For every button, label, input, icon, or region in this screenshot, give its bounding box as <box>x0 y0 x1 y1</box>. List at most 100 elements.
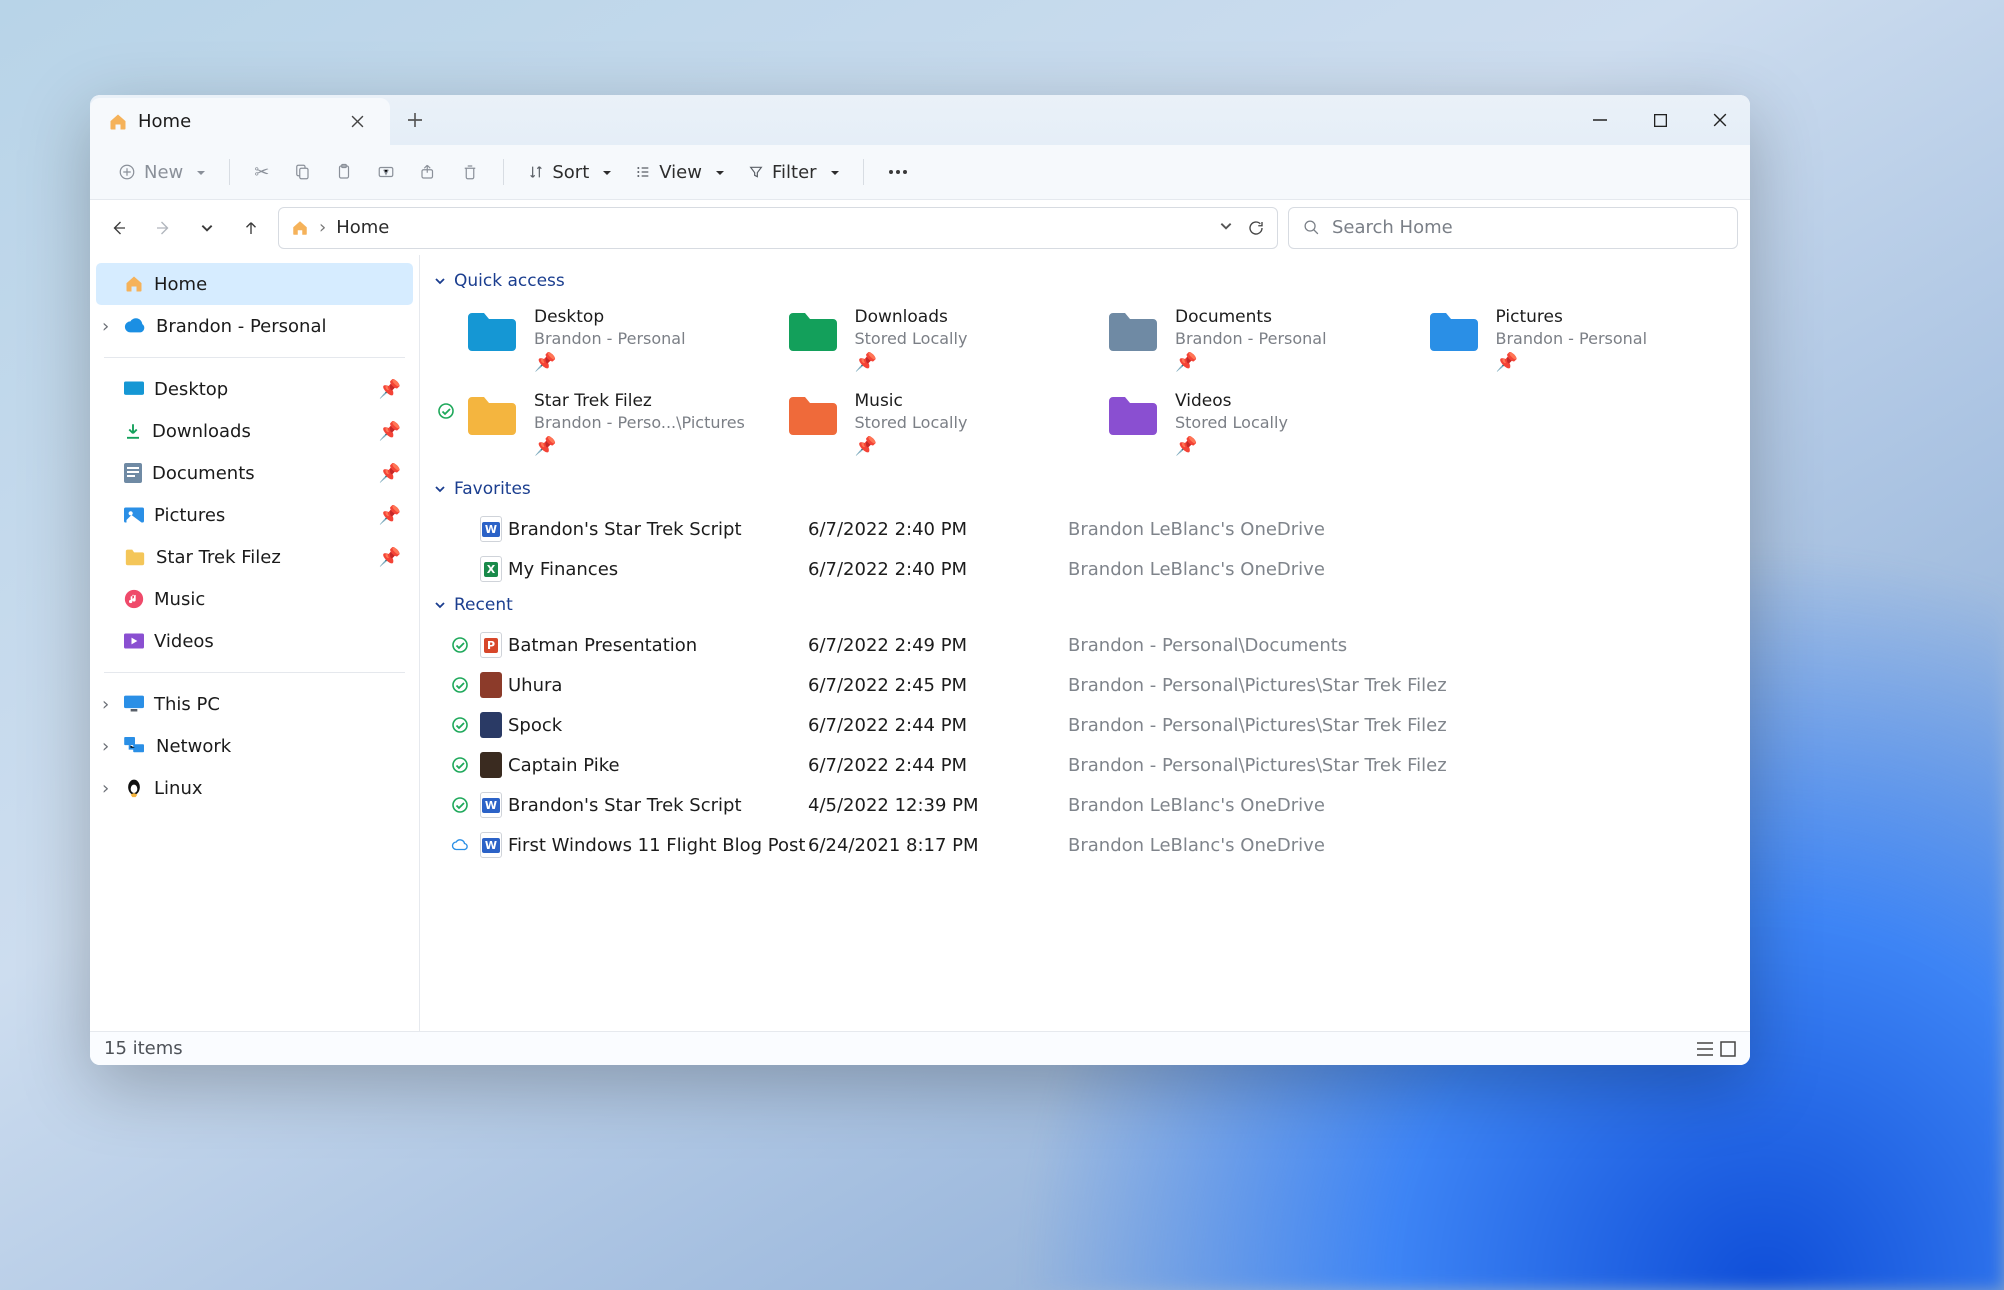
favorites-list: WBrandon's Star Trek Script6/7/2022 2:40… <box>434 509 1732 589</box>
file-name: Brandon's Star Trek Script <box>508 519 808 540</box>
folder-icon <box>1105 391 1161 439</box>
cut-button[interactable]: ✂ <box>244 153 279 191</box>
forward-button[interactable] <box>146 211 180 245</box>
sidebar-item-downloads[interactable]: Downloads 📌 <box>96 410 413 452</box>
folder-subtitle: Brandon - Perso...\Pictures <box>534 413 745 432</box>
quick-access-item[interactable]: DocumentsBrandon - Personal📌 <box>1101 301 1412 379</box>
minimize-button[interactable] <box>1570 95 1630 145</box>
expander-icon[interactable]: › <box>102 694 109 715</box>
toolbar-separator <box>503 159 504 185</box>
folder-subtitle: Brandon - Personal <box>1496 329 1648 348</box>
cloud-status-icon <box>451 838 469 852</box>
item-count: 15 items <box>104 1038 183 1059</box>
image-thumbnail-icon <box>480 672 502 698</box>
sort-button[interactable]: Sort <box>518 153 621 191</box>
section-favorites[interactable]: Favorites <box>434 479 1732 499</box>
copy-icon <box>293 163 311 181</box>
file-row[interactable]: WFirst Windows 11 Flight Blog Post6/24/2… <box>440 825 1732 865</box>
quick-access-item[interactable]: VideosStored Locally📌 <box>1101 385 1412 463</box>
file-row[interactable]: Spock6/7/2022 2:44 PMBrandon - Personal\… <box>440 705 1732 745</box>
pin-icon: 📌 <box>1175 436 1288 457</box>
sidebar-item-thispc[interactable]: › This PC <box>96 683 413 725</box>
new-button[interactable]: New <box>108 153 215 191</box>
image-thumbnail-icon <box>480 712 502 738</box>
refresh-button[interactable] <box>1247 219 1265 237</box>
linux-icon <box>124 778 144 798</box>
sidebar-item-label: Videos <box>154 631 214 652</box>
breadcrumb-home[interactable]: Home <box>336 217 389 238</box>
close-tab-button[interactable] <box>345 111 370 132</box>
sidebar-item-home[interactable]: Home <box>96 263 413 305</box>
quick-access-item[interactable]: DownloadsStored Locally📌 <box>781 301 1092 379</box>
chevron-down-icon <box>434 275 446 287</box>
address-bar[interactable]: › Home <box>278 207 1278 249</box>
maximize-button[interactable] <box>1630 95 1690 145</box>
sidebar-item-desktop[interactable]: Desktop 📌 <box>96 368 413 410</box>
sidebar-item-linux[interactable]: › Linux <box>96 767 413 809</box>
thumbnails-view-button[interactable] <box>1720 1041 1736 1057</box>
sidebar-item-videos[interactable]: Videos <box>96 620 413 662</box>
view-button[interactable]: View <box>625 153 734 191</box>
search-box[interactable]: Search Home <box>1288 207 1738 249</box>
file-row[interactable]: XMy Finances6/7/2022 2:40 PMBrandon LeBl… <box>440 549 1732 589</box>
file-row[interactable]: PBatman Presentation6/7/2022 2:49 PMBran… <box>440 625 1732 665</box>
details-view-button[interactable] <box>1696 1041 1714 1057</box>
file-name: Brandon's Star Trek Script <box>508 795 808 816</box>
expander-icon[interactable]: › <box>102 778 109 799</box>
section-recent[interactable]: Recent <box>434 595 1732 615</box>
chevron-down-icon <box>434 599 446 611</box>
file-date: 6/24/2021 8:17 PM <box>808 835 1068 856</box>
sync-status-icon <box>452 637 468 653</box>
file-location: Brandon LeBlanc's OneDrive <box>1068 519 1732 540</box>
back-button[interactable] <box>102 211 136 245</box>
share-button[interactable] <box>409 153 447 191</box>
copy-button[interactable] <box>283 153 321 191</box>
cloud-icon <box>124 318 146 334</box>
sidebar-item-pictures[interactable]: Pictures 📌 <box>96 494 413 536</box>
expander-icon[interactable]: › <box>102 736 109 757</box>
sidebar-item-onedrive[interactable]: › Brandon - Personal <box>96 305 413 347</box>
quick-access-item[interactable]: MusicStored Locally📌 <box>781 385 1092 463</box>
file-location: Brandon LeBlanc's OneDrive <box>1068 795 1732 816</box>
close-window-button[interactable] <box>1690 95 1750 145</box>
file-location: Brandon - Personal\Pictures\Star Trek Fi… <box>1068 755 1732 776</box>
navigation-row: › Home Search Home <box>90 200 1750 255</box>
new-tab-button[interactable] <box>390 95 440 145</box>
paste-button[interactable] <box>325 153 363 191</box>
pin-icon: 📌 <box>855 352 968 373</box>
folder-subtitle: Stored Locally <box>855 413 968 432</box>
file-date: 6/7/2022 2:44 PM <box>808 755 1068 776</box>
search-placeholder: Search Home <box>1332 217 1453 238</box>
history-dropdown-button[interactable] <box>1219 219 1233 237</box>
sidebar-item-documents[interactable]: Documents 📌 <box>96 452 413 494</box>
pin-icon: 📌 <box>379 421 401 442</box>
folder-icon <box>1105 307 1161 355</box>
section-quick-access[interactable]: Quick access <box>434 271 1732 291</box>
titlebar: Home <box>90 95 1750 145</box>
rename-button[interactable] <box>367 153 405 191</box>
up-button[interactable] <box>234 211 268 245</box>
network-icon <box>124 737 146 755</box>
quick-access-item[interactable]: DesktopBrandon - Personal📌 <box>460 301 771 379</box>
quick-access-item[interactable]: PicturesBrandon - Personal📌 <box>1422 301 1733 379</box>
folder-icon <box>785 391 841 439</box>
filter-button[interactable]: Filter <box>738 153 849 191</box>
file-row[interactable]: Uhura6/7/2022 2:45 PMBrandon - Personal\… <box>440 665 1732 705</box>
file-row[interactable]: Captain Pike6/7/2022 2:44 PMBrandon - Pe… <box>440 745 1732 785</box>
more-button[interactable] <box>878 153 918 191</box>
folder-title: Pictures <box>1496 307 1648 327</box>
sidebar-item-startrek[interactable]: Star Trek Filez 📌 <box>96 536 413 578</box>
expander-icon[interactable]: › <box>102 316 109 337</box>
sidebar-item-music[interactable]: Music <box>96 578 413 620</box>
file-row[interactable]: WBrandon's Star Trek Script4/5/2022 12:3… <box>440 785 1732 825</box>
sidebar-item-label: Home <box>154 274 207 295</box>
recent-list: PBatman Presentation6/7/2022 2:49 PMBran… <box>434 625 1732 865</box>
quick-access-item[interactable]: Star Trek FilezBrandon - Perso...\Pictur… <box>460 385 771 463</box>
delete-button[interactable] <box>451 153 489 191</box>
file-row[interactable]: WBrandon's Star Trek Script6/7/2022 2:40… <box>440 509 1732 549</box>
videos-icon <box>124 633 144 649</box>
recent-locations-button[interactable] <box>190 211 224 245</box>
tab-home[interactable]: Home <box>90 98 390 145</box>
view-label: View <box>659 162 702 183</box>
sidebar-item-network[interactable]: › Network <box>96 725 413 767</box>
